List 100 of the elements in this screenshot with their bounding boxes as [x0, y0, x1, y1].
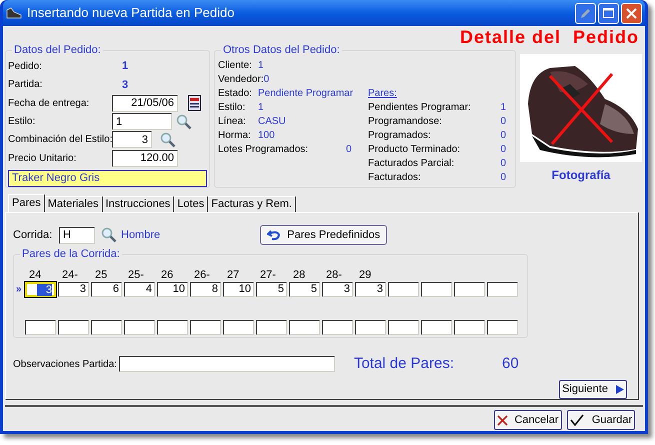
form-heading: Detalle del Pedido — [460, 26, 639, 48]
row-marker: » — [16, 282, 23, 296]
search-icon[interactable] — [176, 114, 192, 130]
field-label: Estado: — [218, 86, 253, 100]
input-field[interactable]: 21/05/06 — [112, 94, 178, 112]
quantity-field[interactable]: 3 — [322, 282, 353, 296]
quantity-field[interactable] — [421, 320, 452, 334]
run-name: Hombre — [121, 228, 160, 243]
quantity-field[interactable] — [190, 320, 221, 334]
quantity-field[interactable] — [25, 320, 56, 334]
close-button[interactable] — [621, 2, 642, 24]
field-label: Facturados Parcial: — [368, 156, 454, 170]
field-label: Horma: — [218, 128, 252, 142]
field-label: Fecha de entrega: — [8, 96, 90, 111]
preset-pairs-button[interactable]: Pares Predefinidos — [260, 225, 388, 245]
field-label: Observaciones Partida: — [13, 358, 117, 372]
quantity-field[interactable]: 5 — [289, 282, 320, 296]
input-field[interactable]: H — [59, 226, 95, 244]
calendar-icon[interactable] — [188, 95, 201, 112]
field-value: Pendiente Programar — [258, 86, 354, 100]
input-field[interactable]: 1 — [112, 113, 172, 130]
quantity-field[interactable]: 10 — [223, 282, 254, 296]
total-value: 60 — [502, 354, 519, 374]
close-icon — [626, 8, 637, 18]
pencil-icon — [580, 8, 591, 18]
play-icon — [616, 385, 624, 394]
quantity-field[interactable] — [388, 282, 419, 296]
size-heading: 25- — [128, 269, 144, 281]
quantity-field[interactable] — [91, 320, 122, 334]
help-button[interactable] — [575, 2, 596, 24]
field-label: Pendientes Programar: — [368, 100, 471, 114]
quantity-field[interactable] — [157, 320, 188, 334]
quantity-field[interactable] — [421, 282, 452, 296]
size-heading: 24 — [29, 269, 42, 281]
quantity-field[interactable] — [454, 282, 485, 296]
input-field[interactable]: 3 — [112, 131, 152, 148]
quantity-field[interactable] — [388, 320, 419, 334]
field-label: Producto Terminado: — [368, 142, 460, 156]
quantity-field[interactable] — [256, 320, 287, 334]
field-value: 0 — [346, 142, 352, 156]
input-field[interactable]: 120.00 — [112, 150, 178, 167]
quantity-field[interactable] — [487, 320, 518, 334]
tab[interactable]: Lotes — [174, 196, 208, 212]
field-label: Corrida: — [13, 228, 54, 243]
tab[interactable]: Facturas y Rem. — [208, 196, 296, 212]
field-label: Estilo: — [218, 100, 246, 114]
quantity-field[interactable]: 5 — [256, 282, 287, 296]
field-label: Pedido: — [8, 60, 43, 74]
quantity-field[interactable] — [124, 320, 155, 334]
field-label: Facturados: — [368, 170, 421, 184]
quantity-field[interactable] — [487, 282, 518, 296]
quantity-field[interactable] — [454, 320, 485, 334]
undo-icon — [267, 229, 282, 241]
quantity-field[interactable] — [223, 320, 254, 334]
field-label: Programandose: — [368, 114, 442, 128]
window-title: Insertando nueva Partida en Pedido — [27, 4, 234, 22]
size-heading: 29 — [359, 269, 372, 281]
field-value: 0 — [500, 142, 506, 156]
field-label: Precio Unitario: — [8, 152, 78, 166]
photo-caption: Fotografía — [552, 167, 610, 184]
size-heading: 27- — [260, 269, 276, 281]
search-icon[interactable] — [160, 132, 176, 148]
close-icon — [497, 414, 508, 426]
field-value: 1 — [122, 59, 128, 74]
quantity-field[interactable] — [58, 320, 89, 334]
size-heading: 25 — [95, 269, 108, 281]
search-icon[interactable] — [101, 227, 117, 243]
notes-field[interactable] — [118, 356, 335, 372]
field-value: 0 — [500, 156, 506, 170]
tab[interactable]: Instrucciones — [102, 196, 174, 212]
pairs-title: Pares: — [368, 87, 397, 100]
cancel-button[interactable]: Cancelar — [494, 410, 562, 430]
field-label: Cliente: — [218, 58, 253, 72]
quantity-field[interactable]: 10 — [157, 282, 188, 296]
save-button[interactable]: Guardar — [567, 410, 635, 430]
field-value: 0 — [500, 170, 506, 184]
size-heading: 26- — [194, 269, 210, 281]
field-label: Partida: — [8, 78, 44, 92]
size-heading: 28- — [326, 269, 342, 281]
field-value: CASU — [258, 114, 286, 128]
maximize-icon — [603, 8, 614, 18]
quantity-field[interactable]: 3 — [355, 282, 386, 296]
quantity-field[interactable]: 3 — [25, 282, 56, 296]
size-heading: 28 — [293, 269, 306, 281]
tab[interactable]: Pares — [8, 194, 45, 212]
field-label: Programados: — [368, 128, 431, 142]
size-heading: 24- — [62, 269, 78, 281]
quantity-field[interactable]: 6 — [91, 282, 122, 296]
quantity-field[interactable] — [355, 320, 386, 334]
next-button[interactable]: Siguiente — [559, 380, 627, 399]
quantity-field[interactable]: 8 — [190, 282, 221, 296]
field-label: Lotes Programados: — [218, 142, 310, 156]
quantity-field[interactable]: 3 — [58, 282, 89, 296]
quantity-field[interactable]: 4 — [124, 282, 155, 296]
quantity-field[interactable] — [322, 320, 353, 334]
field-value: 100 — [258, 128, 275, 142]
tab[interactable]: Materiales — [44, 196, 102, 212]
quantity-field[interactable] — [289, 320, 320, 334]
field-value: 0 — [264, 72, 270, 86]
maximize-button[interactable] — [598, 2, 619, 24]
